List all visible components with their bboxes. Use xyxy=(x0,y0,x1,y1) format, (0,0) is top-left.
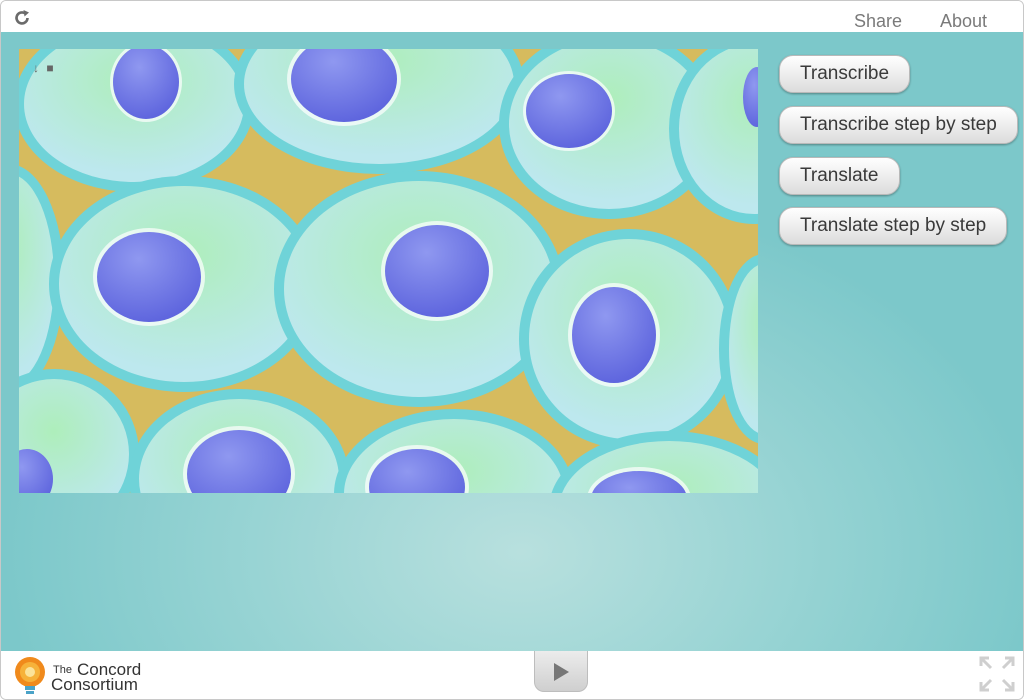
lightbulb-logo-icon xyxy=(15,657,45,694)
fullscreen-icon[interactable] xyxy=(979,656,1015,692)
top-bar: Share About xyxy=(1,1,1023,32)
translate-step-button[interactable]: Translate step by step xyxy=(779,207,1008,245)
logo-consortium: Consortium xyxy=(51,675,138,694)
model-toolbar: ↓ ■ xyxy=(33,61,54,75)
share-link[interactable]: Share xyxy=(854,11,902,32)
lock-icon[interactable]: ■ xyxy=(46,61,53,75)
transcribe-button[interactable]: Transcribe xyxy=(779,55,911,93)
app-frame: Share About ↓ ■ Transcribe Transcribe st… xyxy=(0,0,1024,700)
concord-logo[interactable]: The Concord Consortium xyxy=(13,655,153,697)
play-button[interactable] xyxy=(534,651,588,692)
bottom-bar: The Concord Consortium xyxy=(1,651,1023,699)
simulation-area: ↓ ■ Transcribe Transcribe step by step T… xyxy=(1,32,1023,651)
play-icon xyxy=(554,663,569,681)
download-icon[interactable]: ↓ xyxy=(33,61,39,75)
cell-tissue-illustration xyxy=(19,49,758,493)
transcribe-step-button[interactable]: Transcribe step by step xyxy=(779,106,1018,144)
reload-icon[interactable] xyxy=(13,9,31,27)
about-link[interactable]: About xyxy=(940,11,987,32)
cell-model-view[interactable]: ↓ ■ xyxy=(19,49,758,493)
translate-button[interactable]: Translate xyxy=(779,157,900,195)
